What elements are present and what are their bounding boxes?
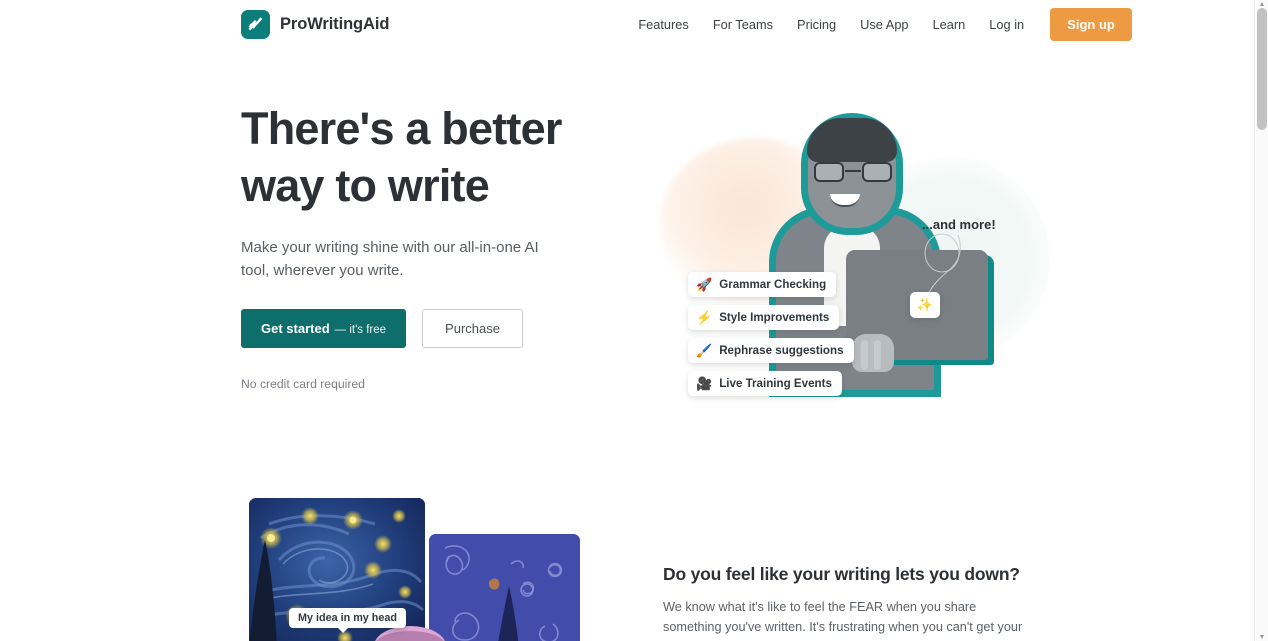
scroll-up-arrow-icon[interactable]: ▲ — [1255, 0, 1268, 8]
movie-camera-icon: 🎥 — [696, 376, 713, 391]
purchase-button[interactable]: Purchase — [422, 309, 523, 348]
paintbrush-icon: 🖌️ — [696, 343, 713, 358]
image-caption-bubble: My idea in my head — [289, 608, 407, 633]
no-credit-card-note: No credit card required — [241, 377, 365, 391]
lightning-icon: ⚡ — [696, 310, 713, 325]
nav-item-use-app[interactable]: Use App — [848, 11, 920, 38]
get-started-label: Get started — [261, 321, 330, 336]
nav-item-features[interactable]: Features — [626, 11, 701, 38]
feature-chip-label: Grammar Checking — [719, 278, 827, 291]
feature-chip-label: Style Improvements — [719, 311, 830, 324]
page-scrollbar[interactable]: ▲ ▼ — [1254, 0, 1268, 641]
nav-item-for-teams[interactable]: For Teams — [701, 11, 785, 38]
sparkles-icon: ✨ — [916, 297, 934, 312]
sketch-version-image — [429, 534, 580, 641]
brand-name: ProWritingAid — [280, 14, 390, 33]
feature-chip-style-improvements[interactable]: ⚡ Style Improvements — [688, 305, 840, 330]
glasses-icon — [814, 162, 892, 182]
feature-chip-list: 🚀 Grammar Checking ⚡ Style Improvements … — [688, 272, 854, 404]
feature-chip-live-training-events[interactable]: 🎥 Live Training Events — [688, 371, 842, 396]
hero-section: There's a better way to write Make your … — [0, 48, 1254, 478]
feature-chip-label: Live Training Events — [719, 377, 832, 390]
landing-page: ProWritingAid Features For Teams Pricing… — [0, 0, 1268, 641]
feature-chip-rephrase-suggestions[interactable]: 🖌️ Rephrase suggestions — [688, 338, 854, 363]
nav-item-pricing[interactable]: Pricing — [785, 11, 848, 38]
hero-title-line-1: There's a better — [241, 103, 562, 154]
scroll-down-arrow-icon[interactable]: ▼ — [1255, 633, 1268, 641]
writing-problem-section: My idea in my head Do you feel like your… — [0, 478, 1254, 641]
get-started-sublabel: — it's free — [334, 324, 387, 336]
hero-title-line-2: way to write — [241, 160, 490, 211]
person-hand — [852, 334, 894, 372]
primary-nav: Features For Teams Pricing Use App Learn… — [626, 7, 1132, 41]
sign-up-button[interactable]: Sign up — [1050, 7, 1132, 41]
feature-chip-label: Rephrase suggestions — [719, 344, 844, 357]
feature-chip-grammar-checking[interactable]: 🚀 Grammar Checking — [688, 272, 837, 297]
hero-subtitle: Make your writing shine with our all-in-… — [241, 239, 539, 279]
site-header: ProWritingAid Features For Teams Pricing… — [0, 0, 1254, 48]
get-started-button[interactable]: Get started — it's free — [241, 309, 407, 348]
nav-item-log-in[interactable]: Log in — [977, 11, 1036, 38]
hero-copy: There's a better way to write Make your … — [241, 100, 641, 391]
problem-copy: Do you feel like your writing lets you d… — [663, 562, 1028, 641]
brand-logo-link[interactable]: ProWritingAid — [241, 9, 390, 39]
prowritingaid-logo-icon — [241, 9, 270, 39]
starry-night-painting: My idea in my head — [249, 498, 425, 641]
page-title: There's a better way to write — [241, 100, 641, 214]
hero-cta-group: Get started — it's free Purchase — [241, 309, 641, 348]
hero-illustration: 🚀 Grammar Checking ⚡ Style Improvements … — [650, 98, 1050, 438]
sparkle-chip[interactable]: ✨ — [910, 292, 940, 318]
section-heading: Do you feel like your writing lets you d… — [663, 564, 1020, 584]
nav-item-learn[interactable]: Learn — [921, 11, 978, 38]
person-hair — [807, 118, 897, 162]
scrollbar-thumb[interactable] — [1257, 8, 1267, 130]
rocket-icon: 🚀 — [696, 277, 713, 292]
and-more-label: ...and more! — [922, 217, 996, 232]
idea-comparison-images: My idea in my head — [249, 498, 624, 641]
section-body-text: We know what it's like to feel the FEAR … — [663, 600, 1023, 641]
